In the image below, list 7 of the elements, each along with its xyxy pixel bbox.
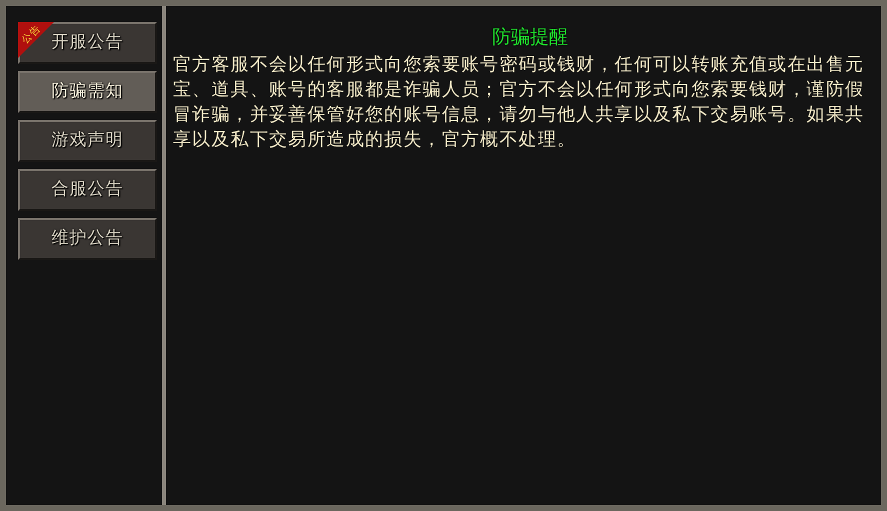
notice-body: 官方客服不会以任何形式向您索要账号密码或钱财，任何可以转账充值或在出售元宝、道具、账号的客服都是诈骗人员；官方不会以任何形式向您索要钱财，谨防假冒诈骗，并妥善保管好您的账号信息，请勿与他人共享以及私下交易账号。如果共享以及私下交易所造成的损失，官方概不处理。 <box>173 53 866 152</box>
sidebar-tab[interactable]: 游戏声明 <box>18 120 157 162</box>
sidebar-tab[interactable]: 防骗需知 <box>18 71 157 113</box>
notice-title: 防骗提醒 <box>491 25 569 50</box>
sidebar-tab[interactable]: 合服公告 <box>18 169 157 211</box>
sidebar-tab[interactable]: 开服公告 公告 <box>18 22 157 64</box>
sidebar-tab[interactable]: 维护公告 <box>18 218 157 260</box>
